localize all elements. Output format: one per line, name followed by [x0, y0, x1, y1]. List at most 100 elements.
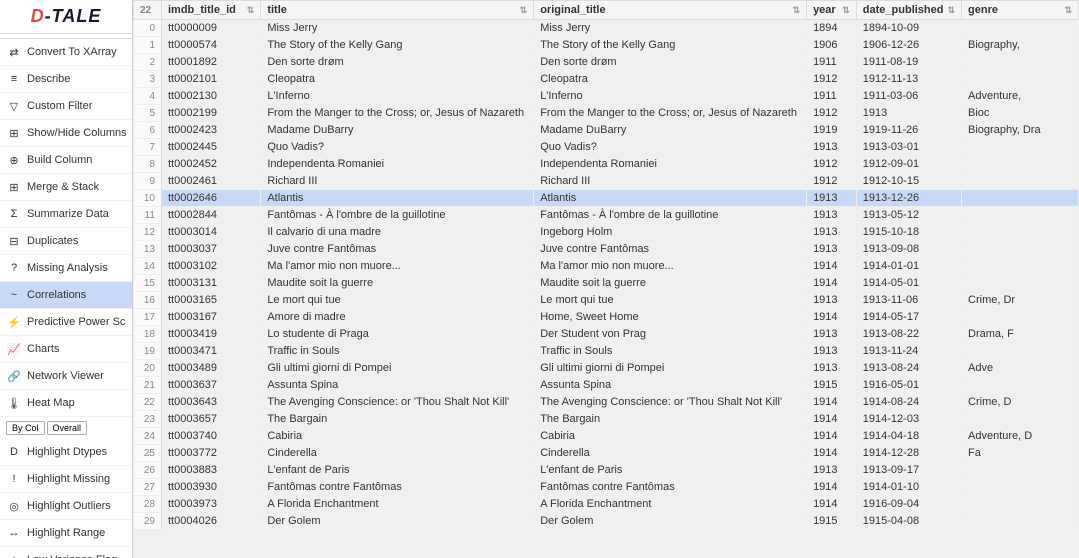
- cell-genre: [962, 54, 1079, 71]
- cell-genre: Crime, Dr: [962, 292, 1079, 309]
- heat-map-btn-overall[interactable]: Overall: [47, 421, 88, 435]
- table-row[interactable]: 24tt0003740CabiriaCabiria19141914-04-18A…: [134, 428, 1079, 445]
- sidebar-item-highlight-missing[interactable]: !Highlight Missing: [0, 466, 132, 493]
- sidebar-item-show-hide-columns[interactable]: ⊞Show/Hide Columns: [0, 120, 132, 147]
- sidebar-item-low-variance-flag[interactable]: ↕Low Variance Flag: [0, 547, 132, 558]
- cell-title: Miss Jerry: [261, 20, 534, 37]
- sidebar-item-correlations[interactable]: ~Correlations: [0, 282, 132, 309]
- cell-genre: [962, 241, 1079, 258]
- table-row[interactable]: 27tt0003930Fantômas contre FantômasFantô…: [134, 479, 1079, 496]
- cell-genre: [962, 309, 1079, 326]
- table-row[interactable]: 29tt0004026Der GolemDer Golem19151915-04…: [134, 513, 1079, 530]
- cell-original_title: Miss Jerry: [534, 20, 807, 37]
- row-number: 14: [134, 258, 162, 275]
- cell-imdb_title_id: tt0003131: [162, 275, 261, 292]
- col-header-year[interactable]: year⇅: [807, 1, 857, 20]
- table-row[interactable]: 10tt0002646AtlantisAtlantis19131913-12-2…: [134, 190, 1079, 207]
- cell-year: 1914: [807, 496, 857, 513]
- table-row[interactable]: 2tt0001892Den sorte drømDen sorte drøm19…: [134, 54, 1079, 71]
- sidebar-item-label: Highlight Outliers: [27, 500, 111, 512]
- cell-imdb_title_id: tt0003637: [162, 377, 261, 394]
- sidebar-item-build-column[interactable]: ⊕Build Column: [0, 147, 132, 174]
- table-row[interactable]: 8tt0002452Independenta RomanieiIndepende…: [134, 156, 1079, 173]
- cell-imdb_title_id: tt0003471: [162, 343, 261, 360]
- sidebar-item-custom-filter[interactable]: ▽Custom Filter: [0, 93, 132, 120]
- table-row[interactable]: 3tt0002101CleopatraCleopatra19121912-11-…: [134, 71, 1079, 88]
- table-row[interactable]: 18tt0003419Lo studente di PragaDer Stude…: [134, 326, 1079, 343]
- table-row[interactable]: 14tt0003102Ma l'amor mio non muore...Ma …: [134, 258, 1079, 275]
- cell-imdb_title_id: tt0003657: [162, 411, 261, 428]
- table-row[interactable]: 6tt0002423Madame DuBarryMadame DuBarry19…: [134, 122, 1079, 139]
- cell-original_title: Ma l'amor mio non muore...: [534, 258, 807, 275]
- cell-year: 1915: [807, 513, 857, 530]
- sidebar-item-describe[interactable]: ≡Describe: [0, 66, 132, 93]
- sort-icon-year: ⇅: [842, 5, 850, 16]
- col-header-imdb_title_id[interactable]: imdb_title_id⇅: [162, 1, 261, 20]
- cell-genre: [962, 377, 1079, 394]
- sidebar-item-merge-stack[interactable]: ⊞Merge & Stack: [0, 174, 132, 201]
- cell-imdb_title_id: tt0003167: [162, 309, 261, 326]
- cell-original_title: Fantômas - À l'ombre de la guillotine: [534, 207, 807, 224]
- table-row[interactable]: 20tt0003489Gli ultimi giorni di PompeiGl…: [134, 360, 1079, 377]
- cell-genre: Bioc: [962, 105, 1079, 122]
- cell-date_published: 1915-04-08: [856, 513, 961, 530]
- sidebar-item-charts[interactable]: 📈Charts: [0, 336, 132, 363]
- sidebar-item-duplicates[interactable]: ⊟Duplicates: [0, 228, 132, 255]
- cell-original_title: Den sorte drøm: [534, 54, 807, 71]
- cell-title: Traffic in Souls: [261, 343, 534, 360]
- sidebar-item-highlight-outliers[interactable]: ◎Highlight Outliers: [0, 493, 132, 520]
- cell-title: Cinderella: [261, 445, 534, 462]
- table-row[interactable]: 21tt0003637Assunta SpinaAssunta Spina191…: [134, 377, 1079, 394]
- cell-title: Il calvario di una madre: [261, 224, 534, 241]
- sidebar-item-heat-map[interactable]: 🌡 Heat Map: [0, 390, 132, 417]
- sidebar-item-predictive-power[interactable]: ⚡Predictive Power Score: [0, 309, 132, 336]
- table-row[interactable]: 25tt0003772CinderellaCinderella19141914-…: [134, 445, 1079, 462]
- sidebar-item-highlight-range[interactable]: ↔Highlight Range: [0, 520, 132, 547]
- row-number: 10: [134, 190, 162, 207]
- table-row[interactable]: 0tt0000009Miss JerryMiss Jerry18941894-1…: [134, 20, 1079, 37]
- cell-imdb_title_id: tt0002130: [162, 88, 261, 105]
- col-header-original_title[interactable]: original_title⇅: [534, 1, 807, 20]
- sort-icon-title: ⇅: [520, 5, 528, 16]
- table-row[interactable]: 16tt0003165Le mort qui tueLe mort qui tu…: [134, 292, 1079, 309]
- table-row[interactable]: 19tt0003471Traffic in SoulsTraffic in So…: [134, 343, 1079, 360]
- sidebar-item-convert[interactable]: ⇄Convert To XArray: [0, 39, 132, 66]
- heat-map-btn-by col[interactable]: By Col: [6, 421, 45, 435]
- cell-genre: Crime, D: [962, 394, 1079, 411]
- cell-genre: [962, 20, 1079, 37]
- sidebar-item-summarize-data[interactable]: ΣSummarize Data: [0, 201, 132, 228]
- table-row[interactable]: 1tt0000574The Story of the Kelly GangThe…: [134, 37, 1079, 54]
- sidebar-item-highlight-dtypes[interactable]: DHighlight Dtypes: [0, 439, 132, 466]
- col-header-title[interactable]: title⇅: [261, 1, 534, 20]
- app-logo: D-TALE: [31, 6, 102, 27]
- cell-original_title: Juve contre Fantômas: [534, 241, 807, 258]
- table-row[interactable]: 11tt0002844Fantômas - À l'ombre de la gu…: [134, 207, 1079, 224]
- table-row[interactable]: 5tt0002199From the Manger to the Cross; …: [134, 105, 1079, 122]
- table-row[interactable]: 17tt0003167Amore di madreHome, Sweet Hom…: [134, 309, 1079, 326]
- table-row[interactable]: 26tt0003883L'enfant de ParisL'enfant de …: [134, 462, 1079, 479]
- table-row[interactable]: 9tt0002461Richard IIIRichard III19121912…: [134, 173, 1079, 190]
- sort-icon-date_published: ⇅: [947, 5, 955, 16]
- table-row[interactable]: 23tt0003657The BargainThe Bargain1914191…: [134, 411, 1079, 428]
- table-row[interactable]: 28tt0003973A Florida EnchantmentA Florid…: [134, 496, 1079, 513]
- cell-genre: [962, 496, 1079, 513]
- col-header-genre[interactable]: genre⇅: [962, 1, 1079, 20]
- col-header-date_published[interactable]: date_published⇅: [856, 1, 961, 20]
- table-row[interactable]: 13tt0003037Juve contre FantômasJuve cont…: [134, 241, 1079, 258]
- cell-original_title: The Avenging Conscience: or 'Thou Shalt …: [534, 394, 807, 411]
- table-row[interactable]: 7tt0002445Quo Vadis?Quo Vadis?19131913-0…: [134, 139, 1079, 156]
- cell-genre: Adventure, D: [962, 428, 1079, 445]
- table-row[interactable]: 4tt0002130L'InfernoL'Inferno19111911-03-…: [134, 88, 1079, 105]
- sidebar-item-network-viewer[interactable]: 🔗Network Viewer: [0, 363, 132, 390]
- sidebar: D-TALE ⇄Convert To XArray≡Describe▽Custo…: [0, 0, 133, 558]
- row-number: 22: [134, 394, 162, 411]
- table-wrapper[interactable]: 22 imdb_title_id⇅title⇅original_title⇅yea…: [133, 0, 1079, 558]
- cell-imdb_title_id: tt0003643: [162, 394, 261, 411]
- table-row[interactable]: 22tt0003643 The Avenging Conscience: or '…: [134, 394, 1079, 411]
- highlight-dtypes-icon: D: [6, 444, 22, 460]
- table-row[interactable]: 15tt0003131Maudite soit la guerreMaudite…: [134, 275, 1079, 292]
- cell-imdb_title_id: tt0003973: [162, 496, 261, 513]
- sidebar-item-missing-analysis[interactable]: ?Missing Analysis: [0, 255, 132, 282]
- cell-genre: [962, 156, 1079, 173]
- table-row[interactable]: 12tt0003014Il calvario di una madreIngeb…: [134, 224, 1079, 241]
